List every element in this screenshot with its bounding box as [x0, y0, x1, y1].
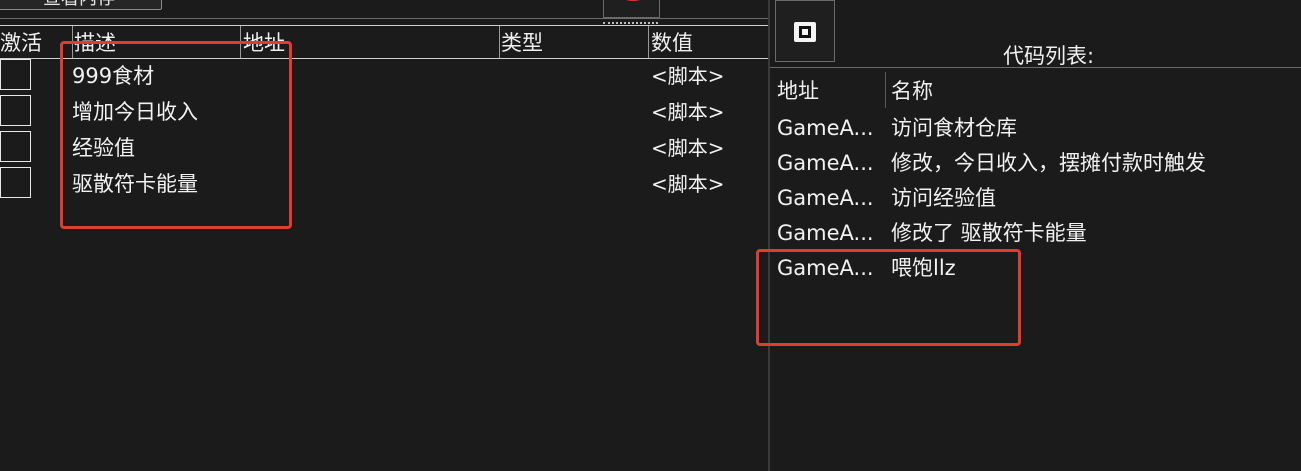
- code-list-title: 代码列表:: [1003, 44, 1095, 68]
- code-list-divider: [770, 67, 1301, 68]
- stop-button[interactable]: [775, 0, 835, 62]
- toolbar-divider: [0, 18, 768, 19]
- code-address: GameA...: [777, 221, 874, 245]
- code-list-header: 地址 名称: [770, 70, 1301, 110]
- code-name: 修改，今日收入，摆摊付款时触发: [891, 151, 1206, 175]
- list-item[interactable]: GameA... 访问食材仓库: [770, 111, 1301, 146]
- column-active[interactable]: 激活: [0, 26, 42, 58]
- highlight-box-new-entry: [756, 249, 1021, 346]
- code-name: 访问经验值: [891, 186, 996, 210]
- row-value: <脚本>: [651, 136, 725, 160]
- row-value: <脚本>: [651, 172, 725, 196]
- active-checkbox[interactable]: [0, 167, 31, 198]
- active-checkbox[interactable]: [0, 59, 31, 90]
- list-item[interactable]: GameA... 修改，今日收入，摆摊付款时触发: [770, 146, 1301, 181]
- column-address[interactable]: 地址: [777, 70, 819, 110]
- column-separator[interactable]: [648, 26, 649, 58]
- list-item[interactable]: GameA... 访问经验值: [770, 181, 1301, 216]
- record-button[interactable]: [603, 0, 660, 18]
- focus-indicator: [603, 22, 658, 24]
- highlight-box-descriptions: [60, 41, 292, 229]
- list-item[interactable]: GameA... 修改了 驱散符卡能量: [770, 216, 1301, 251]
- code-address: GameA...: [777, 186, 874, 210]
- active-checkbox[interactable]: [0, 95, 31, 126]
- column-name[interactable]: 名称: [891, 70, 933, 110]
- code-name: 访问食材仓库: [891, 116, 1017, 140]
- active-checkbox[interactable]: [0, 131, 31, 162]
- code-address: GameA...: [777, 116, 874, 140]
- column-type[interactable]: 类型: [501, 26, 543, 58]
- column-separator[interactable]: [885, 72, 886, 108]
- column-value[interactable]: 数值: [651, 26, 693, 58]
- record-icon: [614, 0, 652, 1]
- stop-icon-core: [802, 29, 808, 35]
- row-value: <脚本>: [651, 64, 725, 88]
- column-separator[interactable]: [499, 26, 500, 58]
- row-value: <脚本>: [651, 100, 725, 124]
- memory-view-button[interactable]: 查看内存: [0, 0, 162, 10]
- code-address: GameA...: [777, 151, 874, 175]
- code-name: 修改了 驱散符卡能量: [891, 221, 1087, 245]
